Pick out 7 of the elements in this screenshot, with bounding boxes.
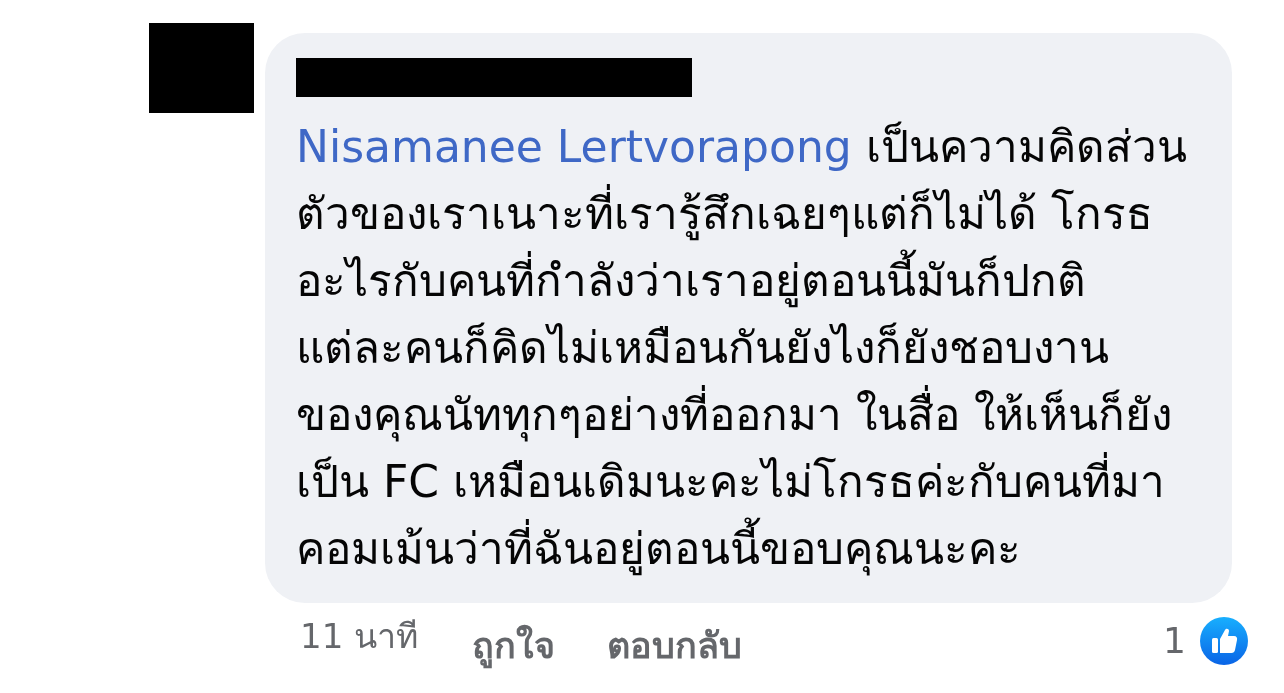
reply-button[interactable]: ตอบกลับ — [607, 619, 743, 673]
timestamp: 11 นาที — [300, 614, 419, 658]
thumbs-up-icon — [1200, 617, 1248, 665]
comment-text: Nisamanee Lertvorapong เป็นความคิดส่วน ตัวของเราเนาะที่เรารู้สึกเฉยๆแต่ก็ไม่ได้ โกรธ อะไรกับคนที่กำลังว่าเราอยู่ตอนนี้มันก็ปกติ แต่ละคนก็คิดไม่เหมือนกันยังไงก็ยังชอบงาน ของคุณนัททุกๆอย่างที่ออกมา ในสื่อ ให้เห็นก็ยัง เป็น FC เหมือนเดิมนะคะไม่โกรธค่ะกับคนที่มา คอมเม้นว่าที่ฉันอยู่ตอนนี้ขอบคุณนะคะ — [296, 120, 1188, 578]
reaction-count: 1 — [1163, 619, 1186, 663]
mention-link[interactable]: Nisamanee Lertvorapong — [296, 121, 852, 172]
like-button[interactable]: ถูกใจ — [472, 619, 556, 673]
